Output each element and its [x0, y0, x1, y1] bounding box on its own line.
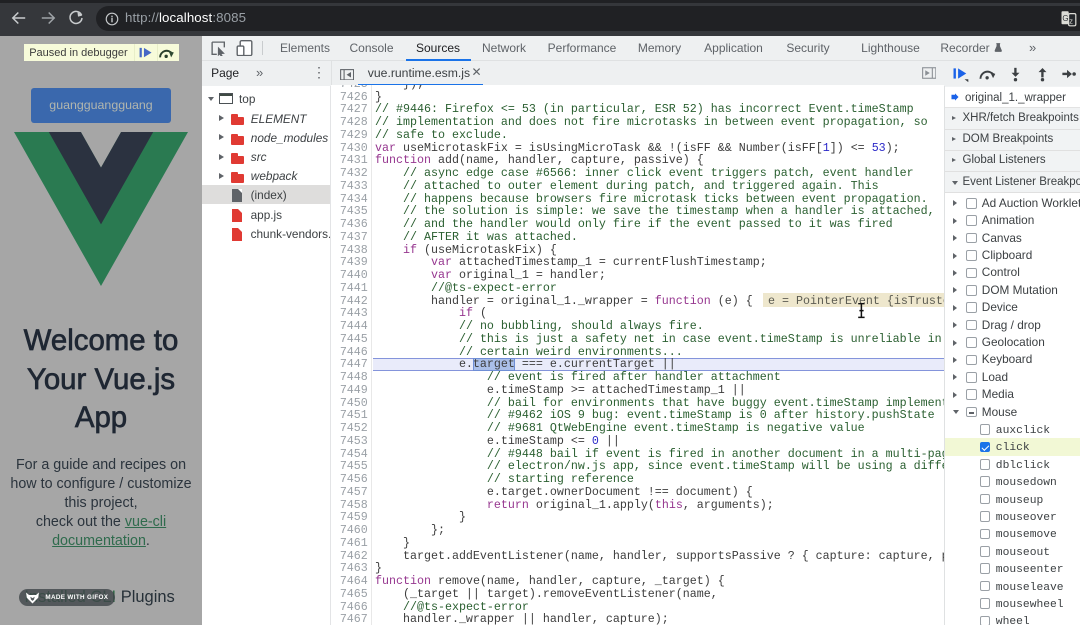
svg-text:G: G	[1062, 14, 1068, 23]
svg-text:z: z	[1069, 17, 1073, 26]
